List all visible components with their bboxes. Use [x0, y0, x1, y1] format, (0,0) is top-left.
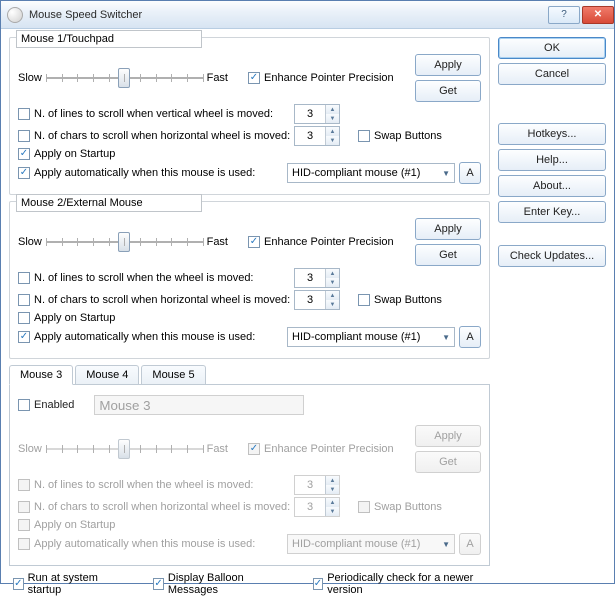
mouse3-speed-slider [46, 439, 203, 459]
mouse3-swap-checkbox: Swap Buttons [358, 501, 442, 513]
mouse2-a-button[interactable]: A [459, 326, 481, 348]
down-icon[interactable]: ▼ [326, 114, 339, 123]
mouse3-apply-button: Apply [415, 425, 481, 447]
mouse2-hscroll-checkbox[interactable]: N. of chars to scroll when horizontal wh… [18, 294, 294, 306]
extra-mice-tabs: Mouse 3 Mouse 4 Mouse 5 [9, 365, 490, 385]
mouse2-vscroll-spinner[interactable]: ▲▼ [294, 268, 340, 288]
mouse1-swap-checkbox[interactable]: Swap Buttons [358, 130, 442, 142]
slow-label: Slow [18, 236, 42, 248]
mouse2-apply-button[interactable]: Apply [415, 218, 481, 240]
close-button[interactable]: ✕ [582, 6, 614, 24]
mouse1-startup-checkbox[interactable]: Apply on Startup [18, 148, 115, 160]
mouse2-startup-checkbox[interactable]: Apply on Startup [18, 312, 115, 324]
mouse3-auto-checkbox: Apply automatically when this mouse is u… [18, 538, 255, 550]
mouse3-vscroll-checkbox: N. of lines to scroll when the wheel is … [18, 479, 294, 491]
mouse1-apply-get: Apply Get [415, 54, 481, 102]
mouse1-name-input[interactable] [16, 30, 202, 48]
mouse2-speed-slider[interactable] [46, 232, 203, 252]
slow-label: Slow [18, 443, 42, 455]
about-button[interactable]: About... [498, 175, 606, 197]
mouse3-name-input [94, 395, 304, 415]
titlebar: Mouse Speed Switcher ? ✕ [1, 1, 614, 29]
balloon-checkbox[interactable]: Display Balloon Messages [153, 572, 278, 596]
mouse2-auto-checkbox[interactable]: Apply automatically when this mouse is u… [18, 331, 255, 343]
fast-label: Fast [207, 72, 228, 84]
mouse1-get-button[interactable]: Get [415, 80, 481, 102]
up-icon: ▲ [326, 498, 339, 507]
tab-mouse5[interactable]: Mouse 5 [141, 365, 205, 385]
app-icon [7, 7, 23, 23]
hotkeys-button[interactable]: Hotkeys... [498, 123, 606, 145]
check-updates-button[interactable]: Check Updates... [498, 245, 606, 267]
content: Slow Fast Enhance Pointer Precision Appl… [1, 29, 614, 604]
mouse3-device-combo: HID-compliant mouse (#1)▼ [287, 534, 455, 554]
mouse2-apply-get: Apply Get [415, 218, 481, 266]
mouse2-enhance-checkbox[interactable]: Enhance Pointer Precision [248, 236, 394, 248]
tab-mouse3[interactable]: Mouse 3 [9, 365, 73, 385]
mouse3-speed-slider-wrap: Slow Fast [18, 439, 228, 459]
enhance-label: Enhance Pointer Precision [264, 72, 394, 84]
up-icon[interactable]: ▲ [326, 291, 339, 300]
mouse1-speed-slider-wrap: Slow Fast [18, 68, 228, 88]
mouse3-panel: Enabled Slow Fast Enhance Pointer Precis… [9, 384, 490, 566]
mouse3-apply-get: Apply Get [415, 425, 481, 473]
mouse2-device-combo[interactable]: HID-compliant mouse (#1)▼ [287, 327, 455, 347]
mouse1-speed-slider[interactable] [46, 68, 203, 88]
mouse2-get-button[interactable]: Get [415, 244, 481, 266]
cancel-button[interactable]: Cancel [498, 63, 606, 85]
mouse3-startup-checkbox: Apply on Startup [18, 519, 115, 531]
main-column: Slow Fast Enhance Pointer Precision Appl… [9, 37, 490, 596]
tab-mouse4[interactable]: Mouse 4 [75, 365, 139, 385]
mouse3-get-button: Get [415, 451, 481, 473]
down-icon: ▼ [326, 485, 339, 494]
up-icon[interactable]: ▲ [326, 127, 339, 136]
down-icon[interactable]: ▼ [326, 278, 339, 287]
window-title: Mouse Speed Switcher [29, 9, 546, 21]
mouse1-vscroll-spinner[interactable]: ▲▼ [294, 104, 340, 124]
mouse1-device-combo[interactable]: HID-compliant mouse (#1)▼ [287, 163, 455, 183]
mouse1-group: Slow Fast Enhance Pointer Precision Appl… [9, 37, 490, 195]
window-buttons: ? ✕ [546, 6, 614, 24]
down-icon: ▼ [326, 507, 339, 516]
chevron-down-icon: ▼ [442, 333, 450, 342]
chevron-down-icon: ▼ [442, 169, 450, 178]
fast-label: Fast [207, 236, 228, 248]
mouse2-speed-slider-wrap: Slow Fast [18, 232, 228, 252]
mouse3-enhance-checkbox: Enhance Pointer Precision [248, 443, 394, 455]
mouse1-apply-button[interactable]: Apply [415, 54, 481, 76]
mouse1-enhance-checkbox[interactable]: Enhance Pointer Precision [248, 72, 394, 84]
enter-key-button[interactable]: Enter Key... [498, 201, 606, 223]
mouse1-hscroll-checkbox[interactable]: N. of chars to scroll when horizontal wh… [18, 130, 294, 142]
mouse1-hscroll-spinner[interactable]: ▲▼ [294, 126, 340, 146]
periodic-check-checkbox[interactable]: Periodically check for a newer version [313, 572, 486, 596]
mouse2-hscroll-spinner[interactable]: ▲▼ [294, 290, 340, 310]
bottom-options: Run at system startup Display Balloon Me… [9, 566, 490, 596]
side-column: OK Cancel Hotkeys... Help... About... En… [498, 37, 606, 596]
fast-label: Fast [207, 443, 228, 455]
mouse2-vscroll-checkbox[interactable]: N. of lines to scroll when the wheel is … [18, 272, 294, 284]
mouse2-name-input[interactable] [16, 194, 202, 212]
run-startup-checkbox[interactable]: Run at system startup [13, 572, 119, 596]
up-icon[interactable]: ▲ [326, 105, 339, 114]
help-button[interactable]: ? [548, 6, 580, 24]
slow-label: Slow [18, 72, 42, 84]
mouse2-group: Slow Fast Enhance Pointer Precision Appl… [9, 201, 490, 359]
mouse3-vscroll-spinner: ▲▼ [294, 475, 340, 495]
mouse2-swap-checkbox[interactable]: Swap Buttons [358, 294, 442, 306]
up-icon[interactable]: ▲ [326, 269, 339, 278]
down-icon[interactable]: ▼ [326, 300, 339, 309]
mouse3-a-button: A [459, 533, 481, 555]
help-button-side[interactable]: Help... [498, 149, 606, 171]
down-icon[interactable]: ▼ [326, 136, 339, 145]
mouse3-hscroll-checkbox: N. of chars to scroll when horizontal wh… [18, 501, 294, 513]
mouse1-a-button[interactable]: A [459, 162, 481, 184]
mouse3-hscroll-spinner: ▲▼ [294, 497, 340, 517]
mouse3-enabled-checkbox[interactable]: Enabled [18, 399, 74, 411]
ok-button[interactable]: OK [498, 37, 606, 59]
up-icon: ▲ [326, 476, 339, 485]
mouse1-auto-checkbox[interactable]: Apply automatically when this mouse is u… [18, 167, 255, 179]
chevron-down-icon: ▼ [442, 540, 450, 549]
mouse1-vscroll-checkbox[interactable]: N. of lines to scroll when vertical whee… [18, 108, 294, 120]
